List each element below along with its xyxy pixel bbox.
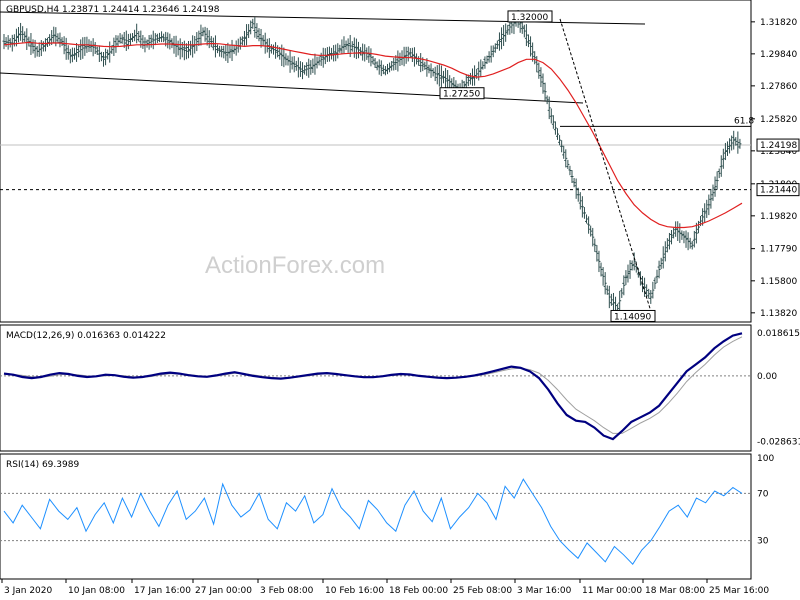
time-axis-label: 11 Mar 00:00 [582, 586, 642, 596]
time-axis-label: 18 Feb 00:00 [389, 586, 448, 596]
price-title: GBPUSD,H4 1.23871 1.24414 1.23646 1.2419… [6, 5, 220, 15]
time-axis-label: 10 Jan 08:00 [68, 586, 125, 596]
rsi-axis-label: 100 [757, 454, 774, 464]
time-axis-label: 10 Feb 16:00 [325, 586, 384, 596]
current-price-tag-label: 1.24198 [760, 141, 797, 151]
time-axis-label: 3 Feb 08:00 [260, 586, 314, 596]
rsi-axis-label: 70 [757, 489, 769, 499]
chart-area: 61.8 1.32000 1.27250 1.14090 1.31820 1.29840… [0, 0, 800, 596]
time-axis-label: 3 Jan 2020 [4, 586, 52, 596]
macd-title: MACD(12,26,9) 0.016363 0.014222 [6, 331, 166, 341]
price-axis-label: 1.31820 [760, 18, 797, 28]
price-axis-label: 1.19820 [760, 212, 797, 222]
time-axis-label: 3 Mar 16:00 [517, 586, 572, 596]
macd-panel [0, 324, 752, 452]
time-axis-label: 27 Jan 00:00 [195, 586, 252, 596]
level-price-tag-label: 1.21440 [760, 186, 797, 196]
rsi-title: RSI(14) 69.3989 [6, 460, 79, 470]
annotation-label: 1.14090 [614, 312, 651, 322]
price-axis-label: 1.17790 [760, 245, 797, 255]
fib-label: 61.8 [734, 116, 754, 126]
time-axis-label: 18 Mar 08:00 [645, 586, 705, 596]
time-axis-label: 25 Feb 08:00 [453, 586, 512, 596]
macd-axis-label: 0.00 [757, 372, 777, 382]
watermark: ActionForex.com [205, 252, 385, 279]
rsi-panel [0, 453, 752, 580]
price-axis-label: 1.15800 [760, 277, 797, 287]
annotation-label: 1.32000 [511, 13, 548, 23]
rsi-axis-label: 30 [757, 537, 769, 547]
macd-axis-label: 0.018615 [757, 329, 800, 339]
price-axis-label: 1.27860 [760, 82, 797, 92]
price-axis-label: 1.13820 [760, 309, 797, 319]
price-axis-label: 1.25820 [760, 115, 797, 125]
time-axis-label: 17 Jan 16:00 [134, 586, 191, 596]
price-axis-label: 1.29840 [760, 50, 797, 60]
time-axis-label: 25 Mar 16:00 [709, 586, 769, 596]
macd-axis-label: -0.028631 [757, 438, 800, 448]
annotation-label: 1.27250 [443, 90, 480, 100]
